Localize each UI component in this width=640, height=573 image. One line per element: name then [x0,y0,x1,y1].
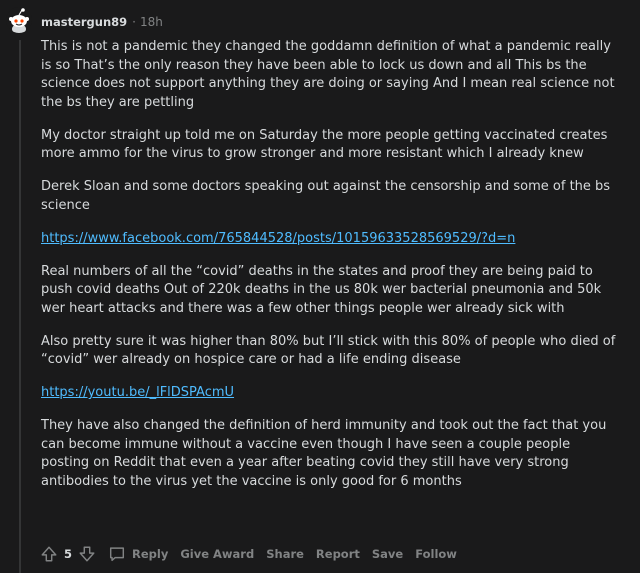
paragraph: https://www.facebook.com/765844528/posts… [41,230,621,249]
timestamp[interactable]: 18h [140,14,163,30]
comment-header: mastergun89 · 18h [41,14,163,30]
upvote-arrow-icon[interactable] [38,543,60,565]
reply-label: Reply [132,547,169,561]
thread-line[interactable] [19,40,21,573]
downvote-arrow-icon[interactable] [76,543,98,565]
snoo-avatar-icon [6,7,32,33]
paragraph: Real numbers of all the “covid” deaths i… [41,263,602,316]
report-button[interactable]: Report [316,547,360,561]
paragraph: They have also changed the definition of… [41,418,607,489]
separator-dot: · [132,15,136,29]
reply-button[interactable]: Reply [108,545,168,563]
avatar[interactable] [6,7,32,33]
facebook-link[interactable]: https://www.facebook.com/765844528/posts… [41,231,515,246]
paragraph: Also pretty sure it was higher than 80% … [41,333,616,368]
vote-score: 5 [64,547,73,561]
comment-actions: 5 Reply Give Award Share Report Save Fol… [38,542,457,566]
paragraph: Derek Sloan and some doctors speaking ou… [41,179,611,213]
save-button[interactable]: Save [372,547,403,561]
follow-button[interactable]: Follow [415,547,457,561]
paragraph: This is not a pandemic they changed the … [41,39,615,110]
youtube-link[interactable]: https://youtu.be/_lFlDSPAcmU [41,385,234,400]
comment-body: This is not a pandemic they changed the … [41,38,621,506]
share-button[interactable]: Share [266,547,304,561]
paragraph: https://youtu.be/_lFlDSPAcmU [41,384,621,403]
username[interactable]: mastergun89 [41,14,127,30]
paragraph: My doctor straight up told me on Saturda… [41,127,608,162]
reply-bubble-icon [108,545,126,563]
comment: mastergun89 · 18h This is not a pandemic… [0,0,640,573]
give-award-button[interactable]: Give Award [180,547,254,561]
